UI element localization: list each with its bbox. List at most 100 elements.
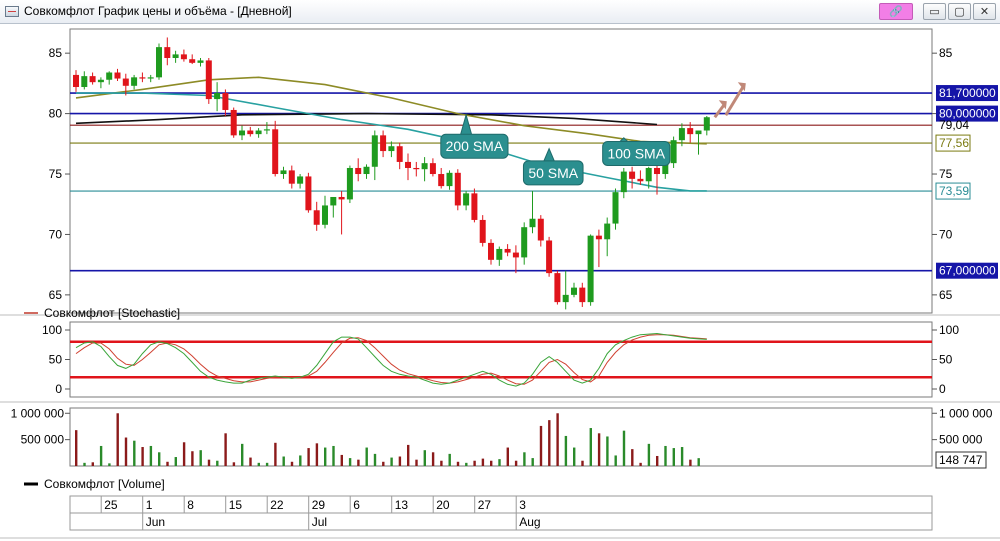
candle-body xyxy=(388,146,395,152)
candle-body xyxy=(687,128,694,135)
level-label: 67,000000 xyxy=(939,264,996,278)
volume-bar xyxy=(589,428,592,466)
volume-bar xyxy=(290,461,294,466)
volume-bar xyxy=(166,461,169,466)
candle-body xyxy=(180,54,187,60)
price-volume-chart[interactable]: 6565707075758080858581,70000080,00000079… xyxy=(0,24,1000,541)
volume-tick-label-left: 500 000 xyxy=(21,433,65,447)
candle-body xyxy=(504,248,511,253)
volume-bar xyxy=(141,447,144,466)
candle-body xyxy=(230,109,237,136)
minimize-button[interactable]: ▭ xyxy=(923,3,946,20)
candle-body xyxy=(81,76,88,88)
candle-body xyxy=(205,60,212,100)
volume-bar xyxy=(365,447,368,466)
volume-bar xyxy=(697,458,700,466)
volume-bar xyxy=(91,462,94,466)
maximize-button[interactable]: ▢ xyxy=(948,3,971,20)
date-day-label: 1 xyxy=(146,498,153,512)
candle-body xyxy=(587,235,594,303)
volume-bar xyxy=(523,452,526,466)
candle-body xyxy=(338,196,345,200)
stochastic-tick-label-right: 100 xyxy=(939,323,959,337)
volume-bar xyxy=(664,445,667,466)
volume-bar xyxy=(631,449,634,466)
volume-bar xyxy=(133,440,136,466)
volume-bar xyxy=(481,458,485,466)
candle-body xyxy=(488,242,494,260)
volume-bar xyxy=(216,460,219,466)
volume-bar xyxy=(307,448,310,466)
date-day-label: 25 xyxy=(104,498,118,512)
candle-body xyxy=(164,47,171,59)
level-label: 79,04 xyxy=(939,118,969,132)
price-tick-label-right: 75 xyxy=(939,167,953,181)
candle-body xyxy=(645,167,652,182)
candle-body xyxy=(247,130,254,135)
volume-bar xyxy=(108,463,111,466)
price-tick-label-left: 85 xyxy=(49,46,63,60)
volume-bar xyxy=(531,458,534,466)
date-day-label: 20 xyxy=(436,498,450,512)
volume-bar xyxy=(340,454,343,466)
candle-body xyxy=(122,78,129,86)
candle-body xyxy=(197,60,204,63)
candle-body xyxy=(396,146,403,162)
price-tick-label-left: 65 xyxy=(49,288,63,302)
date-day-label: 29 xyxy=(312,498,326,512)
volume-bar xyxy=(324,447,327,466)
stochastic-tick-label-left: 100 xyxy=(42,323,62,337)
close-button[interactable]: ✕ xyxy=(973,3,996,20)
volume-bar xyxy=(606,436,609,466)
candle-body xyxy=(571,287,577,295)
volume-bar xyxy=(614,455,617,466)
candle-body xyxy=(313,210,320,225)
price-tick-label-right: 65 xyxy=(939,288,953,302)
candle-body xyxy=(172,54,179,59)
volume-bar xyxy=(315,443,319,466)
price-tick-label-left: 75 xyxy=(49,167,63,181)
candle-body xyxy=(529,218,536,228)
volume-bar xyxy=(448,453,451,466)
candle-body xyxy=(131,77,138,86)
candle-body xyxy=(604,223,611,240)
volume-bar xyxy=(191,451,194,466)
volume-bar xyxy=(581,460,584,466)
stochastic-tick-label-left: 0 xyxy=(55,382,62,396)
volume-bar xyxy=(199,450,202,466)
candle-body xyxy=(479,219,486,243)
link-icon[interactable]: 🔗 xyxy=(879,3,913,20)
date-day-label: 6 xyxy=(353,498,360,512)
candle-body xyxy=(429,163,436,175)
volume-panel xyxy=(69,407,933,467)
stochastic-title: Совкомфлот [Stochastic] xyxy=(44,306,180,320)
date-month-label: Jun xyxy=(146,515,165,529)
volume-bar xyxy=(548,420,551,466)
candle-body xyxy=(297,176,304,184)
volume-bar xyxy=(232,462,236,466)
volume-bar xyxy=(265,462,269,466)
candle-body xyxy=(670,140,677,164)
volume-bar xyxy=(99,445,103,466)
candle-body xyxy=(239,130,245,136)
volume-bar xyxy=(124,437,128,466)
candle-body xyxy=(463,193,470,206)
volume-bar xyxy=(282,456,285,466)
candle-body xyxy=(654,167,660,175)
candle-body xyxy=(703,117,710,131)
candle-body xyxy=(554,273,561,303)
candle-body xyxy=(678,128,685,141)
candle-body xyxy=(371,135,378,167)
chart-app-icon xyxy=(5,6,19,17)
volume-last-label: 148 747 xyxy=(939,453,983,467)
volume-bar xyxy=(149,445,153,466)
candle-body xyxy=(106,72,113,80)
candle-body xyxy=(305,176,312,211)
candle-body xyxy=(139,77,146,79)
candle-body xyxy=(156,47,162,78)
date-day-label: 27 xyxy=(478,498,492,512)
price-tick-label-right: 70 xyxy=(939,227,953,241)
candle-body xyxy=(89,76,96,83)
date-day-label: 15 xyxy=(229,498,243,512)
volume-bar xyxy=(556,413,559,466)
